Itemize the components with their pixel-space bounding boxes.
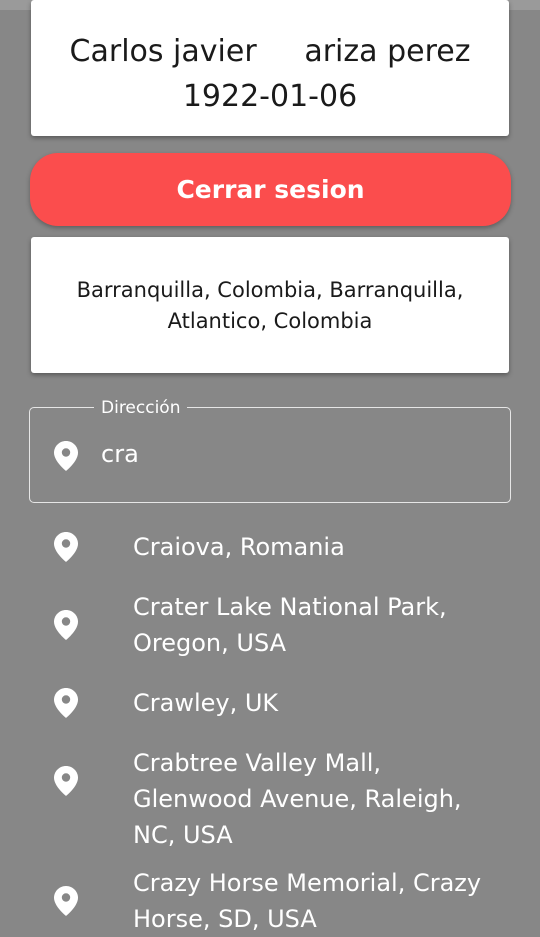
suggestion-item[interactable]: Crater Lake National Park, Oregon, USA <box>0 589 540 661</box>
location-pin-icon <box>54 886 78 916</box>
suggestion-label: Craiova, Romania <box>133 533 345 561</box>
logout-button[interactable]: Cerrar sesion <box>30 153 511 226</box>
suggestion-label: Crabtree Valley Mall, Glenwood Avenue, R… <box>133 749 462 849</box>
address-input[interactable]: Dirección cra <box>29 398 511 503</box>
suggestion-label: Crawley, UK <box>133 689 279 717</box>
suggestion-item[interactable]: Crabtree Valley Mall, Glenwood Avenue, R… <box>0 745 540 853</box>
address-input-label: Dirección <box>94 398 188 418</box>
location-pin-icon <box>54 441 78 471</box>
address-input-value[interactable]: cra <box>101 440 139 468</box>
suggestion-item[interactable]: Crawley, UK <box>0 685 540 721</box>
location-pin-icon <box>54 688 78 718</box>
location-pin-icon <box>54 610 78 640</box>
location-pin-icon <box>54 532 78 562</box>
suggestion-item[interactable]: Crazy Horse Memorial, Crazy Horse, SD, U… <box>0 865 540 934</box>
current-address-card: Barranquilla, Colombia, Barranquilla, At… <box>31 237 509 373</box>
current-address-text: Barranquilla, Colombia, Barranquilla, At… <box>76 278 464 333</box>
birth-date: 1922-01-06 <box>182 79 358 114</box>
suggestion-label: Crazy Horse Memorial, Crazy Horse, SD, U… <box>133 869 482 933</box>
profile-card: Carlos javier ariza perez 1922-01-06 <box>31 0 509 136</box>
suggestion-item[interactable]: Craiova, Romania <box>0 529 540 565</box>
last-name: ariza perez <box>304 34 471 69</box>
profile-name: Carlos javier ariza perez <box>31 34 509 69</box>
location-pin-icon <box>54 766 78 796</box>
first-name: Carlos javier <box>69 34 257 69</box>
suggestion-label: Crater Lake National Park, Oregon, USA <box>133 593 447 657</box>
